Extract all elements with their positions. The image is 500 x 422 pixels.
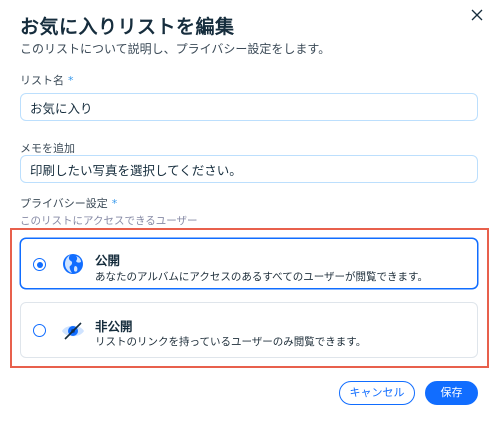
required-mark: * bbox=[68, 74, 74, 87]
radio-public[interactable] bbox=[33, 258, 46, 271]
privacy-label: プライバシー設定 * bbox=[20, 195, 117, 211]
dialog-title: お気に入りリストを編集 bbox=[20, 16, 235, 38]
privacy-option-public[interactable]: 公開 あなたのアルバムにアクセスのあるすべてのユーザーが閲覧できます。 bbox=[20, 238, 478, 289]
privacy-label-text: プライバシー設定 bbox=[20, 197, 108, 210]
memo-input[interactable] bbox=[20, 155, 478, 183]
save-button[interactable]: 保存 bbox=[425, 381, 478, 405]
required-mark: * bbox=[111, 197, 118, 210]
cancel-button[interactable]: キャンセル bbox=[339, 381, 415, 405]
close-icon[interactable] bbox=[466, 4, 488, 26]
list-name-label-text: リスト名 bbox=[20, 74, 64, 87]
option-description: あなたのアルバムにアクセスのあるすべてのユーザーが閲覧できます。 bbox=[95, 271, 428, 283]
memo-label: メモを追加 bbox=[20, 142, 75, 155]
list-name-input[interactable] bbox=[20, 93, 478, 121]
option-title: 非公開 bbox=[95, 319, 133, 334]
dialog-subtitle: このリストについて説明し、プライバシー設定をします。 bbox=[20, 42, 331, 56]
edit-favorites-dialog: お気に入りリストを編集 このリストについて説明し、プライバシー設定をします。 リ… bbox=[0, 0, 500, 422]
globe-icon bbox=[63, 254, 83, 274]
option-description: リストのリンクを持っているユーザーのみ閲覧できます。 bbox=[95, 336, 367, 348]
option-title: 公開 bbox=[95, 253, 121, 268]
radio-private[interactable] bbox=[33, 324, 46, 337]
privacy-option-private[interactable]: 非公開 リストのリンクを持っているユーザーのみ閲覧できます。 bbox=[20, 302, 478, 358]
list-name-label: リスト名 * bbox=[20, 72, 74, 88]
privacy-hint: このリストにアクセスできるユーザー bbox=[20, 215, 198, 227]
eye-off-icon bbox=[62, 322, 84, 340]
